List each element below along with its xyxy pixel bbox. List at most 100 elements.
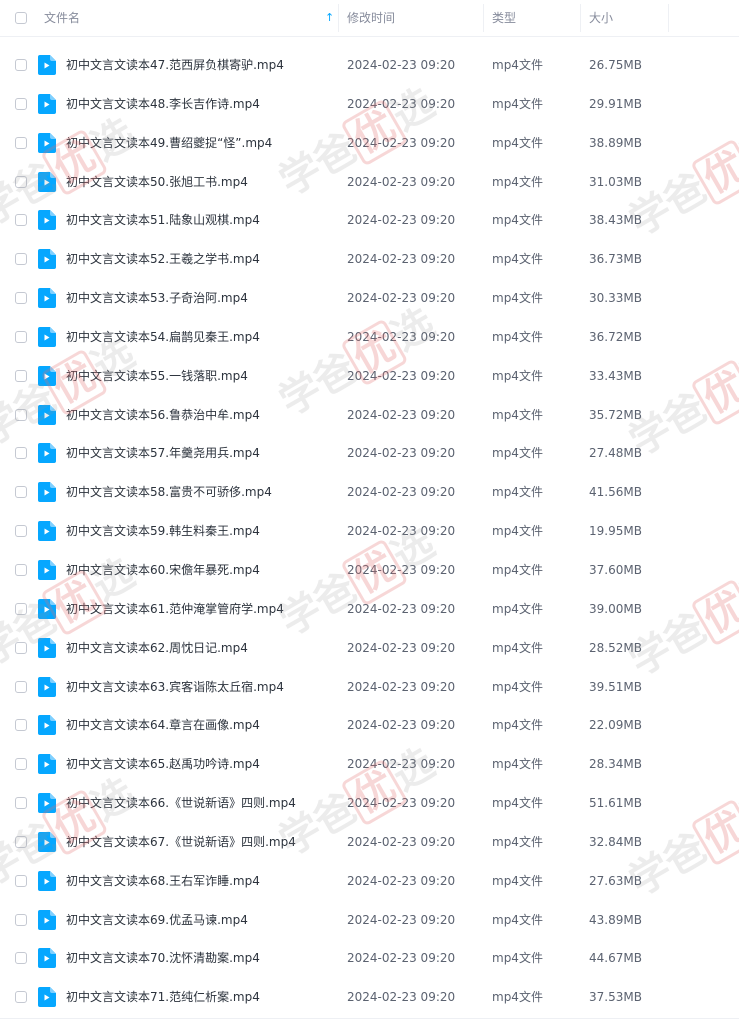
file-row[interactable]: 初中文言文读本63.宾客诣陈太丘宿.mp4 2024-02-23 09:20 mp4… <box>0 668 739 707</box>
video-file-icon <box>38 948 56 969</box>
file-type: mp4文件 <box>492 718 543 733</box>
row-checkbox[interactable] <box>15 991 27 1004</box>
row-checkbox[interactable] <box>15 486 27 499</box>
file-name[interactable]: 初中文言文读本57.年羹尧用兵.mp4 <box>66 434 260 472</box>
file-name[interactable]: 初中文言文读本69.优孟马谏.mp4 <box>66 901 248 939</box>
file-row[interactable]: 初中文言文读本54.扁鹊见秦王.mp4 2024-02-23 09:20 mp4文件… <box>0 318 739 357</box>
row-checkbox[interactable] <box>15 758 27 771</box>
row-checkbox[interactable] <box>15 680 27 693</box>
file-name[interactable]: 初中文言文读本56.鲁恭治中牟.mp4 <box>66 396 260 434</box>
row-checkbox[interactable] <box>15 175 27 188</box>
video-file-icon <box>38 715 56 736</box>
row-checkbox[interactable] <box>15 214 27 227</box>
file-row[interactable]: 初中文言文读本62.周忱日记.mp4 2024-02-23 09:20 mp4文件 2… <box>0 629 739 668</box>
file-name[interactable]: 初中文言文读本52.王羲之学书.mp4 <box>66 240 260 278</box>
file-name[interactable]: 初中文言文读本70.沈怀清勘案.mp4 <box>66 939 260 977</box>
file-row[interactable]: 初中文言文读本47.范西屏负棋寄驴.mp4 2024-02-23 09:20 mp4… <box>0 46 739 85</box>
file-name[interactable]: 初中文言文读本67.《世说新语》四则.mp4 <box>66 823 296 861</box>
row-checkbox[interactable] <box>15 602 27 615</box>
file-row[interactable]: 初中文言文读本55.一钱落职.mp4 2024-02-23 09:20 mp4文件 3… <box>0 357 739 396</box>
row-checkbox[interactable] <box>15 874 27 887</box>
file-row[interactable]: 初中文言文读本49.曹绍夔捉“怪”.mp4 2024-02-23 09:20 mp4… <box>0 124 739 163</box>
file-row[interactable]: 初中文言文读本60.宋儋年暴死.mp4 2024-02-23 09:20 mp4文件… <box>0 551 739 590</box>
row-checkbox[interactable] <box>15 253 27 266</box>
file-row[interactable]: 初中文言文读本50.张旭工书.mp4 2024-02-23 09:20 mp4文件 3… <box>0 163 739 202</box>
file-name[interactable]: 初中文言文读本60.宋儋年暴死.mp4 <box>66 551 260 589</box>
file-size: 26.75MB <box>589 58 642 72</box>
file-row[interactable]: 初中文言文读本53.子奇治阿.mp4 2024-02-23 09:20 mp4文件 3… <box>0 279 739 318</box>
file-size: 28.34MB <box>589 757 642 772</box>
row-checkbox[interactable] <box>15 719 27 732</box>
video-file-icon <box>38 598 56 619</box>
select-all-checkbox[interactable] <box>15 12 27 24</box>
row-checkbox[interactable] <box>15 525 27 538</box>
file-name[interactable]: 初中文言文读本55.一钱落职.mp4 <box>66 357 248 395</box>
file-name[interactable]: 初中文言文读本49.曹绍夔捉“怪”.mp4 <box>66 124 272 162</box>
file-row[interactable]: 初中文言文读本48.李长吉作诗.mp4 2024-02-23 09:20 mp4文件… <box>0 85 739 124</box>
file-row[interactable]: 初中文言文读本67.《世说新语》四则.mp4 2024-02-23 09:20 mp… <box>0 823 739 862</box>
file-name[interactable]: 初中文言文读本66.《世说新语》四则.mp4 <box>66 784 296 822</box>
file-name[interactable]: 初中文言文读本51.陆象山观棋.mp4 <box>66 201 260 239</box>
file-size: 37.53MB <box>589 990 642 1005</box>
file-name[interactable]: 初中文言文读本61.范仲淹掌管府学.mp4 <box>66 590 284 628</box>
row-checkbox[interactable] <box>15 97 27 110</box>
video-file-icon <box>38 793 56 814</box>
row-checkbox[interactable] <box>15 369 27 382</box>
row-checkbox[interactable] <box>15 447 27 460</box>
file-row[interactable]: 初中文言文读本56.鲁恭治中牟.mp4 2024-02-23 09:20 mp4文件… <box>0 396 739 435</box>
file-name[interactable]: 初中文言文读本50.张旭工书.mp4 <box>66 163 248 201</box>
file-name[interactable]: 初中文言文读本54.扁鹊见秦王.mp4 <box>66 318 260 356</box>
file-row[interactable]: 初中文言文读本52.王羲之学书.mp4 2024-02-23 09:20 mp4文件… <box>0 240 739 279</box>
file-name[interactable]: 初中文言文读本65.赵禹功吟诗.mp4 <box>66 745 260 783</box>
row-checkbox[interactable] <box>15 59 27 71</box>
file-name[interactable]: 初中文言文读本48.李长吉作诗.mp4 <box>66 85 260 123</box>
file-size: 31.03MB <box>589 174 642 189</box>
file-name[interactable]: 初中文言文读本47.范西屏负棋寄驴.mp4 <box>66 46 284 84</box>
row-checkbox[interactable] <box>15 797 27 810</box>
file-name[interactable]: 初中文言文读本71.范纯仁析案.mp4 <box>66 978 260 1016</box>
file-modified-time: 2024-02-23 09:20 <box>347 912 456 927</box>
column-header-type[interactable]: 类型 <box>492 0 516 36</box>
file-row[interactable]: 初中文言文读本58.富贵不可骄侈.mp4 2024-02-23 09:20 mp4文… <box>0 473 739 512</box>
row-checkbox[interactable] <box>15 408 27 421</box>
row-checkbox[interactable] <box>15 563 27 576</box>
file-name[interactable]: 初中文言文读本62.周忱日记.mp4 <box>66 629 248 667</box>
video-file-icon <box>38 676 56 697</box>
file-name[interactable]: 初中文言文读本59.韩生料秦王.mp4 <box>66 512 260 550</box>
row-checkbox[interactable] <box>15 292 27 305</box>
file-name[interactable]: 初中文言文读本63.宾客诣陈太丘宿.mp4 <box>66 668 284 706</box>
file-type: mp4文件 <box>492 135 543 150</box>
column-header-size[interactable]: 大小 <box>589 0 613 36</box>
video-file-icon <box>38 288 56 309</box>
row-checkbox[interactable] <box>15 835 27 848</box>
video-file-icon <box>38 171 56 192</box>
row-checkbox[interactable] <box>15 136 27 149</box>
file-row[interactable]: 初中文言文读本66.《世说新语》四则.mp4 2024-02-23 09:20 mp… <box>0 784 739 823</box>
column-header-name[interactable]: 文件名 <box>44 0 80 36</box>
row-checkbox[interactable] <box>15 952 27 965</box>
row-checkbox[interactable] <box>15 330 27 343</box>
file-row[interactable]: 初中文言文读本57.年羹尧用兵.mp4 2024-02-23 09:20 mp4文件… <box>0 434 739 473</box>
file-row[interactable]: 初中文言文读本71.范纯仁析案.mp4 2024-02-23 09:20 mp4文件… <box>0 978 739 1017</box>
file-name[interactable]: 初中文言文读本64.章言在画像.mp4 <box>66 706 260 744</box>
file-row[interactable]: 初中文言文读本68.王右军诈睡.mp4 2024-02-23 09:20 mp4文件… <box>0 862 739 901</box>
file-row[interactable]: 初中文言文读本69.优孟马谏.mp4 2024-02-23 09:20 mp4文件 4… <box>0 901 739 940</box>
row-checkbox[interactable] <box>15 913 27 926</box>
file-name[interactable]: 初中文言文读本68.王右军诈睡.mp4 <box>66 862 260 900</box>
row-checkbox[interactable] <box>15 641 27 654</box>
file-row[interactable]: 初中文言文读本70.沈怀清勘案.mp4 2024-02-23 09:20 mp4文件… <box>0 939 739 978</box>
file-row[interactable]: 初中文言文读本61.范仲淹掌管府学.mp4 2024-02-23 09:20 mp4… <box>0 590 739 629</box>
file-row[interactable]: 初中文言文读本51.陆象山观棋.mp4 2024-02-23 09:20 mp4文件… <box>0 201 739 240</box>
file-name[interactable]: 初中文言文读本53.子奇治阿.mp4 <box>66 279 248 317</box>
video-file-icon <box>38 249 56 270</box>
file-row[interactable]: 初中文言文读本65.赵禹功吟诗.mp4 2024-02-23 09:20 mp4文件… <box>0 745 739 784</box>
file-type: mp4文件 <box>492 990 543 1005</box>
file-row[interactable]: 初中文言文读本64.章言在画像.mp4 2024-02-23 09:20 mp4文件… <box>0 706 739 745</box>
file-row[interactable]: 初中文言文读本59.韩生料秦王.mp4 2024-02-23 09:20 mp4文件… <box>0 512 739 551</box>
video-file-icon <box>38 870 56 891</box>
video-file-icon <box>38 521 56 542</box>
sort-ascending-icon[interactable]: ↑ <box>325 0 334 36</box>
column-header-modified[interactable]: 修改时间 <box>347 0 395 36</box>
file-name[interactable]: 初中文言文读本58.富贵不可骄侈.mp4 <box>66 473 272 511</box>
file-type: mp4文件 <box>492 679 543 694</box>
